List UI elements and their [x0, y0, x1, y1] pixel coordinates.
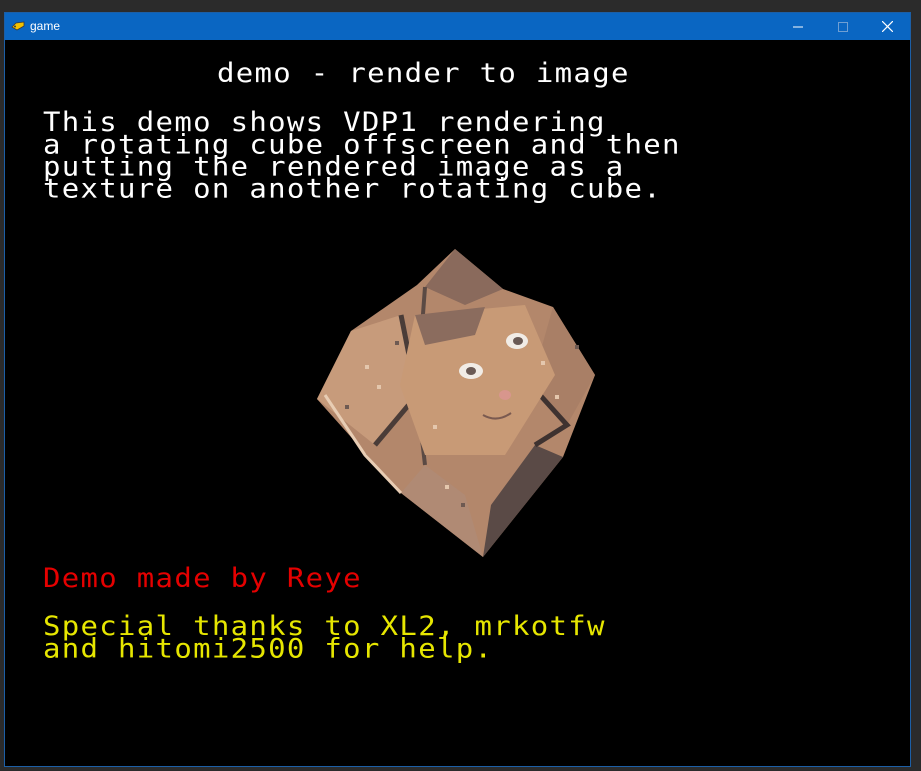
minimize-icon [792, 26, 803, 27]
rotating-cube-render [317, 249, 595, 557]
game-screen[interactable]: demo - render to image This demo shows V… [5, 40, 910, 766]
demo-heading: demo - render to image [217, 57, 630, 89]
close-button[interactable] [865, 13, 910, 40]
game-window: game demo - render to image This demo sh… [4, 12, 911, 767]
window-title: game [30, 19, 61, 33]
thanks-text: Special thanks to XL2, mrkotfw and hitom… [43, 610, 606, 664]
maximize-icon [837, 21, 848, 32]
minimize-button[interactable] [775, 13, 820, 40]
title-bar[interactable]: game [5, 13, 910, 40]
demo-description: This demo shows VDP1 rendering a rotatin… [43, 106, 681, 204]
game-controller-icon [11, 21, 25, 31]
maximize-button[interactable] [820, 13, 865, 40]
close-icon [882, 21, 893, 32]
credit-text: Demo made by Reye [43, 562, 362, 594]
